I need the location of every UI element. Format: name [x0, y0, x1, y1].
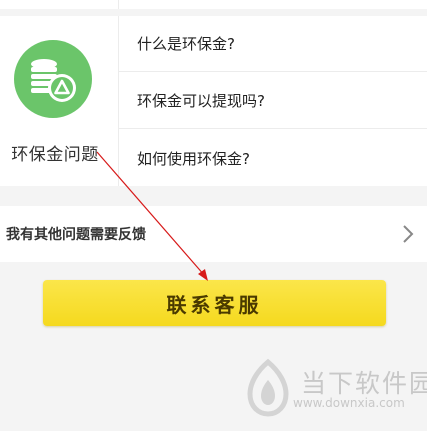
previous-section-card [0, 0, 427, 9]
chevron-right-icon [403, 225, 414, 243]
divider [118, 0, 119, 9]
coins-recycle-icon [14, 40, 92, 118]
faq-card: 环保金问题 什么是环保金? 环保金可以提现吗? 如何使用环保金? [0, 16, 427, 186]
feedback-label: 我有其他问题需要反馈 [6, 227, 146, 243]
faq-question-3[interactable]: 如何使用环保金? [119, 130, 427, 186]
faq-question-2[interactable]: 环保金可以提现吗? [119, 73, 427, 129]
category-label: 环保金问题 [11, 145, 99, 165]
other-feedback-row[interactable]: 我有其他问题需要反馈 [0, 206, 427, 262]
watermark-url: www.downxia.com [293, 396, 405, 410]
watermark: 当下软件园 www.downxia.com [238, 358, 427, 431]
contact-service-button[interactable]: 联系客服 [43, 280, 386, 326]
question-label: 什么是环保金? [137, 35, 235, 53]
question-label: 环保金可以提现吗? [137, 92, 265, 110]
watermark-title: 当下软件园 [301, 369, 427, 398]
faq-category[interactable]: 环保金问题 [0, 16, 119, 186]
downxia-logo-icon [247, 358, 289, 417]
question-label: 如何使用环保金? [137, 149, 250, 168]
faq-question-1[interactable]: 什么是环保金? [119, 16, 427, 72]
